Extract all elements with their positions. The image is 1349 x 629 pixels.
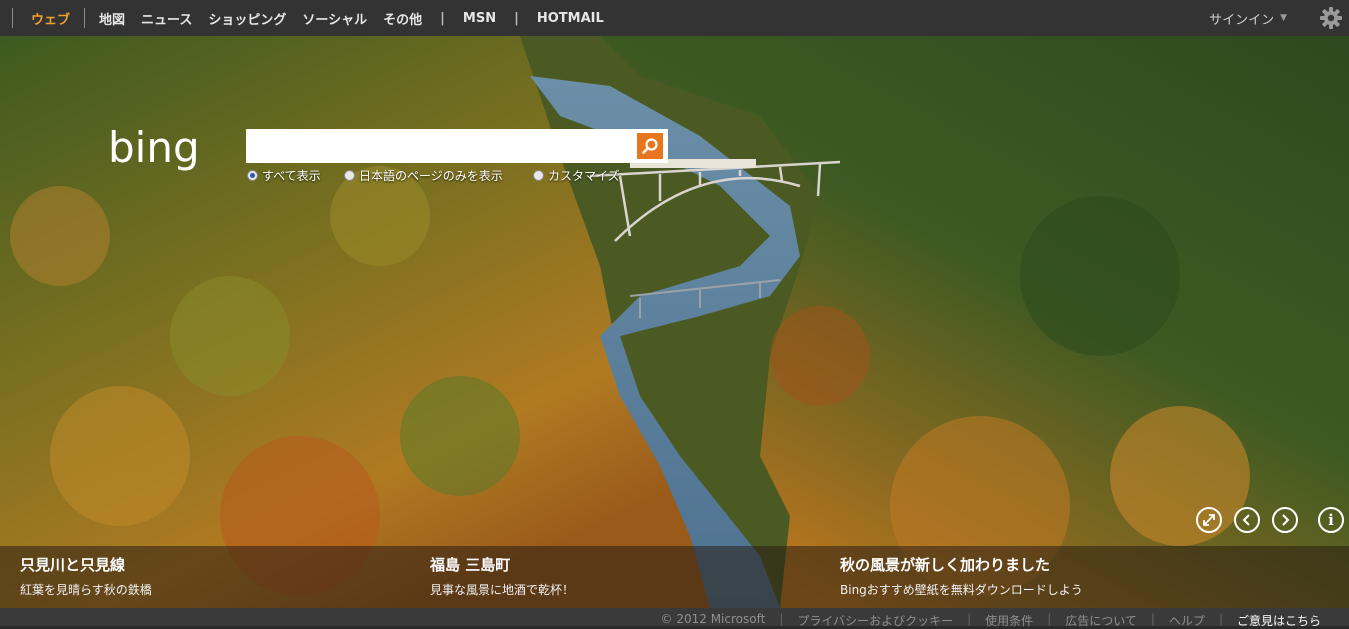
nav-item-hotmail[interactable]: HOTMAIL bbox=[529, 11, 612, 26]
autumn-valley-bridge-image bbox=[0, 36, 1349, 608]
nav-pipe: | bbox=[514, 10, 519, 26]
search-button-face bbox=[637, 133, 663, 159]
signin-label: サインイン bbox=[1209, 12, 1275, 28]
nav-divider bbox=[12, 8, 13, 28]
radio-button[interactable] bbox=[533, 170, 544, 181]
previous-icon bbox=[1242, 514, 1250, 526]
signin-button[interactable]: サインイン ▼ bbox=[1209, 0, 1287, 36]
radio-button-selected[interactable] bbox=[247, 170, 258, 181]
chevron-down-icon: ▼ bbox=[1280, 13, 1287, 23]
caption-subtitle: Bingおすすめ壁紙を無料ダウンロードしよう bbox=[840, 583, 1083, 597]
scope-all-label: すべて表示 bbox=[262, 169, 321, 183]
nav-item-maps[interactable]: 地図 bbox=[91, 9, 133, 28]
expand-button[interactable] bbox=[1196, 507, 1222, 533]
search-icon bbox=[642, 138, 658, 154]
nav-item-social[interactable]: ソーシャル bbox=[294, 9, 375, 28]
previous-image-button[interactable] bbox=[1234, 507, 1260, 533]
scope-customize-label: カスタマイズ bbox=[548, 169, 620, 183]
nav-divider bbox=[84, 8, 86, 28]
radio-button[interactable] bbox=[344, 170, 355, 181]
footer-link-terms[interactable]: 使用条件 bbox=[971, 612, 1047, 629]
footer-link-help[interactable]: ヘルプ bbox=[1155, 612, 1219, 629]
caption-subtitle: 紅葉を見晴らす秋の鉄橋 bbox=[20, 583, 152, 597]
search-input[interactable] bbox=[246, 129, 644, 163]
caption-title: 福島 三島町 bbox=[430, 556, 511, 574]
search-scope-all[interactable]: すべて表示 bbox=[247, 167, 321, 184]
expand-icon bbox=[1203, 514, 1215, 526]
nav-item-more[interactable]: その他 bbox=[375, 9, 430, 28]
caption-strip: 只見川と只見線 紅葉を見晴らす秋の鉄橋 福島 三島町 見事な風景に地酒で乾杯！ … bbox=[0, 546, 1349, 608]
bing-logo-text: bing bbox=[108, 124, 200, 172]
next-image-button[interactable] bbox=[1272, 507, 1298, 533]
nav-pipe: | bbox=[440, 10, 445, 26]
footer-copyright: © 2012 Microsoft bbox=[660, 612, 766, 626]
info-icon: i bbox=[1328, 511, 1334, 529]
nav-item-web[interactable]: ウェブ bbox=[23, 9, 78, 28]
caption-title: 秋の風景が新しく加わりました bbox=[840, 556, 1051, 574]
caption-hotspot-3[interactable]: 秋の風景が新しく加わりました Bingおすすめ壁紙を無料ダウンロードしよう bbox=[840, 554, 1083, 598]
next-icon bbox=[1282, 514, 1290, 526]
search-button[interactable] bbox=[632, 129, 668, 163]
caption-hotspot-1[interactable]: 只見川と只見線 紅葉を見晴らす秋の鉄橋 bbox=[20, 554, 152, 598]
nav-item-msn[interactable]: MSN bbox=[455, 11, 504, 26]
footer: © 2012 Microsoft | プライバシーおよびクッキー | 使用条件 … bbox=[0, 608, 1349, 629]
image-info-button[interactable]: i bbox=[1318, 507, 1344, 533]
gear-icon[interactable] bbox=[1317, 4, 1345, 32]
search-scope-customize[interactable]: カスタマイズ bbox=[533, 167, 620, 184]
nav-item-shopping[interactable]: ショッピング bbox=[200, 9, 294, 28]
caption-title: 只見川と只見線 bbox=[20, 556, 126, 574]
caption-subtitle: 見事な風景に地酒で乾杯！ bbox=[430, 583, 575, 597]
nav-item-news[interactable]: ニュース bbox=[133, 9, 200, 28]
background-image bbox=[0, 36, 1349, 608]
footer-link-privacy[interactable]: プライバシーおよびクッキー bbox=[783, 612, 967, 629]
caption-hotspot-2[interactable]: 福島 三島町 見事な風景に地酒で乾杯！ bbox=[430, 554, 574, 598]
bing-logo[interactable]: bing bbox=[108, 124, 236, 176]
top-navigation: ウェブ 地図 ニュース ショッピング ソーシャル その他 | MSN | HOT… bbox=[0, 0, 1349, 36]
footer-link-feedback[interactable]: ご意見はこちら bbox=[1223, 612, 1335, 629]
search-scope-japanese[interactable]: 日本語のページのみを表示 bbox=[344, 167, 503, 184]
scope-japanese-label: 日本語のページのみを表示 bbox=[359, 169, 503, 183]
footer-link-ads[interactable]: 広告について bbox=[1051, 612, 1151, 629]
